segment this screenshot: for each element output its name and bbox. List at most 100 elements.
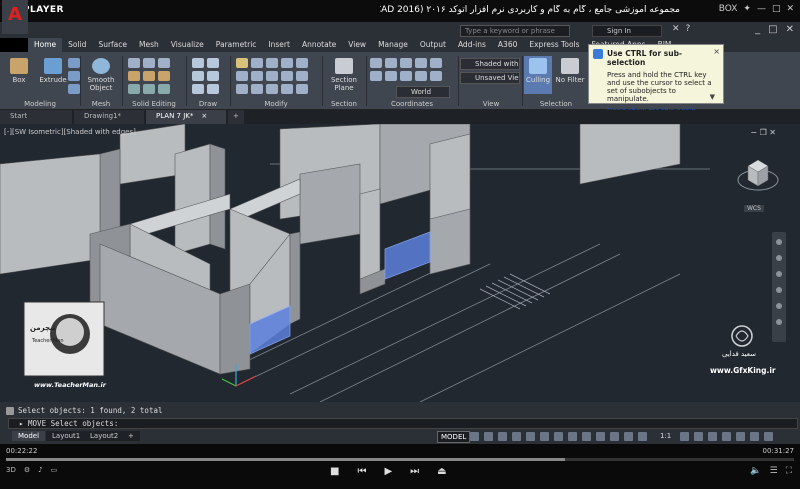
circle-icon[interactable] [192,71,204,81]
tab-express-tools[interactable]: Express Tools [523,38,585,52]
smooth-object-button[interactable]: Smooth Object [84,56,118,94]
annotation-monitor-icon[interactable] [708,432,717,441]
move-icon[interactable] [236,58,248,68]
exchange-icon[interactable]: ✕ [672,24,680,34]
no-filter-button[interactable]: No Filter [554,56,586,94]
object-snap-tracking-icon[interactable] [540,432,549,441]
restore-icon[interactable]: □ [768,24,777,35]
polysolid-icon[interactable] [68,71,80,81]
isodraft-icon[interactable] [526,432,535,441]
close-icon[interactable]: ✕ [786,4,794,14]
file-tab-plan[interactable]: PLAN 7 JK* × [146,110,226,124]
ucs-face-icon[interactable] [400,71,412,81]
model-space-button[interactable]: MODEL [437,431,471,443]
next-icon[interactable]: ⏭ [410,466,419,477]
rectangle-icon[interactable] [192,84,204,94]
tab-manage[interactable]: Manage [372,38,414,52]
object-snap-icon[interactable] [554,432,563,441]
snap-icon[interactable] [484,432,493,441]
tab-insert[interactable]: Insert [262,38,296,52]
close-icon[interactable]: × [201,112,207,120]
dynamic-ucs-icon[interactable] [582,432,591,441]
3d-toggle-icon[interactable]: 3D [6,466,16,474]
tab-view[interactable]: View [342,38,372,52]
audio-icon[interactable]: ♪ [38,466,42,474]
customization-menu-icon[interactable] [764,432,773,441]
ucs-zaxis-icon[interactable] [430,71,442,81]
model-canvas[interactable] [0,124,800,402]
subtract-icon[interactable] [143,58,155,68]
layout-tab-layout2[interactable]: Layout2 [84,431,125,441]
union-icon[interactable] [128,58,140,68]
tab-mesh[interactable]: Mesh [133,38,165,52]
close-icon[interactable]: ✕ [786,24,794,35]
drawing-viewport[interactable]: [-][SW Isometric][Shaded with edges] − ❐… [0,124,800,402]
wrench-icon[interactable] [6,407,14,415]
wcs-label[interactable]: WCS [744,205,764,212]
intersect-icon[interactable] [158,58,170,68]
annotation-scale[interactable]: 1:1 [660,432,671,440]
ucs-view-icon[interactable] [370,71,382,81]
section-plane-button[interactable]: Section Plane [326,56,362,94]
tab-output[interactable]: Output [414,38,452,52]
autocad-logo-icon[interactable]: A [2,0,28,34]
saved-view-dropdown[interactable]: Unsaved View [460,72,520,84]
rotate-icon[interactable] [251,58,263,68]
thicken-icon[interactable] [143,84,155,94]
culling-button[interactable]: Culling [524,56,552,94]
search-input[interactable]: Type a keyword or phrase [460,25,570,37]
offset-icon[interactable] [251,84,263,94]
hardware-acceleration-icon[interactable] [736,432,745,441]
tab-parametric[interactable]: Parametric [210,38,263,52]
maximize-icon[interactable]: □ [772,4,781,14]
3d-rotate-icon[interactable] [281,84,293,94]
ucs-icon[interactable] [370,58,382,68]
tab-visualize[interactable]: Visualize [165,38,210,52]
restore-icon[interactable]: ❐ [760,128,767,137]
close-icon[interactable]: ✕ [769,128,776,137]
seek-bar[interactable] [6,458,794,461]
3d-move-icon[interactable] [266,84,278,94]
ucs-y-icon[interactable] [415,58,427,68]
add-layout-button[interactable]: + [122,431,140,441]
close-icon[interactable]: × [713,47,720,56]
presspull-icon[interactable] [68,58,80,68]
revolve-icon[interactable] [68,84,80,94]
ucs-z-icon[interactable] [430,58,442,68]
viewport-controls-label[interactable]: [-][SW Isometric][Shaded with edges] [4,128,136,136]
arc-icon[interactable] [207,71,219,81]
line-icon[interactable] [192,58,204,68]
tab-annotate[interactable]: Annotate [296,38,342,52]
volume-icon[interactable]: 🔈 [750,466,761,476]
polar-icon[interactable] [512,432,521,441]
slice-icon[interactable] [128,84,140,94]
layout-tab-layout1[interactable]: Layout1 [46,431,87,441]
stretch-icon[interactable] [281,71,293,81]
polyline-icon[interactable] [207,58,219,68]
box-button[interactable]: Box [4,56,34,94]
trim-icon[interactable] [266,58,278,68]
ucs-object-icon[interactable] [385,71,397,81]
clean-screen-icon[interactable] [750,432,759,441]
workspace-gear-icon[interactable] [694,432,703,441]
file-tab-drawing1[interactable]: Drawing1* [74,110,144,124]
player-mode-label[interactable]: BOX [719,4,738,14]
command-input[interactable]: ▸ MOVE Select objects: [8,418,798,429]
explode-icon[interactable] [266,71,278,81]
ucs-3point-icon[interactable] [415,71,427,81]
fillet-edge-icon[interactable] [128,71,140,81]
tab-solid[interactable]: Solid [62,38,92,52]
selection-filter-icon[interactable] [596,432,605,441]
stop-icon[interactable]: ■ [330,466,339,477]
fillet-icon[interactable] [251,71,263,81]
hatch-icon[interactable] [207,84,219,94]
eject-icon[interactable]: ⏏ [437,466,446,477]
navigation-bar[interactable] [772,232,786,342]
ucs-x-icon[interactable] [400,58,412,68]
gizmo-icon[interactable] [610,432,619,441]
play-icon[interactable]: ▶ [384,466,392,477]
tab-addins[interactable]: Add-ins [452,38,492,52]
minimize-icon[interactable]: _ [755,24,760,35]
annotation-visibility-icon[interactable] [680,432,689,441]
chevron-down-icon[interactable]: ▼ [710,93,715,101]
